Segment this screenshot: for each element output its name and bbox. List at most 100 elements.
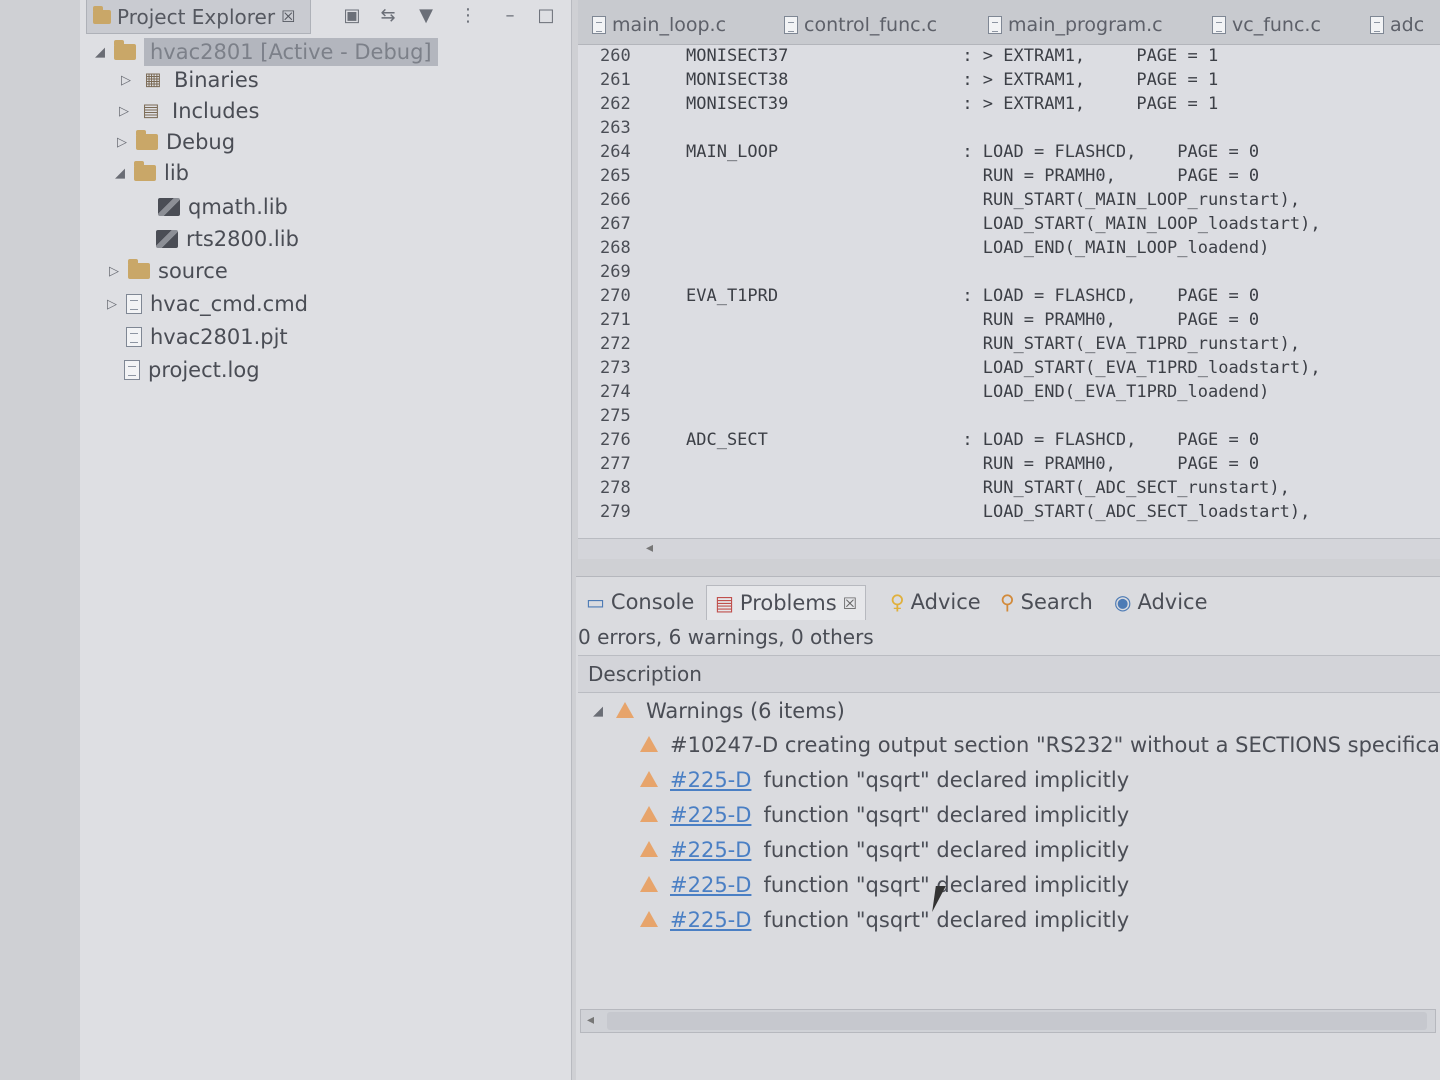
scroll-thumb[interactable]	[607, 1012, 1427, 1030]
code-line[interactable]: EVA_T1PRD : LOAD = FLASHCD, PAGE = 0	[686, 286, 1259, 310]
code-line[interactable]: LOAD_START(_MAIN_LOOP_loadstart),	[686, 214, 1321, 238]
tree-item-label: lib	[164, 161, 189, 185]
line-number: 275	[600, 406, 631, 426]
problem-row[interactable]: #225-D function "qsqrt" declared implicit…	[640, 838, 1129, 862]
tree-item-includes[interactable]: ▷ ▤ Includes	[118, 99, 259, 123]
warnings-group[interactable]: ◢ Warnings (6 items)	[592, 699, 845, 723]
code-line[interactable]: LOAD_START(_ADC_SECT_loadstart),	[686, 502, 1311, 526]
code-line[interactable]: MONISECT39 : > EXTRAM1, PAGE = 1	[686, 94, 1218, 118]
expand-arrow-icon[interactable]: ▷	[106, 297, 118, 312]
warning-icon	[640, 736, 658, 754]
minimize-icon[interactable]: –	[500, 6, 520, 26]
tree-item-lib[interactable]: ◢ lib	[114, 161, 189, 185]
filter-icon[interactable]: ▼	[416, 6, 436, 26]
code-line[interactable]: LOAD_START(_EVA_T1PRD_loadstart),	[686, 358, 1321, 382]
code-line[interactable]: MONISECT37 : > EXTRAM1, PAGE = 1	[686, 46, 1218, 70]
project-explorer-tab[interactable]: Project Explorer ☒	[86, 0, 311, 34]
line-number: 277	[600, 454, 631, 474]
warning-description: #10247-D creating output section "RS232"…	[670, 733, 1440, 757]
editor-tab-main-program[interactable]: main_program.c	[988, 10, 1163, 40]
editor-tab-adc[interactable]: adc	[1370, 10, 1424, 40]
tree-item-hvac-pjt[interactable]: hvac2801.pjt	[126, 325, 288, 349]
includes-icon: ▤	[142, 100, 160, 121]
code-line[interactable]: MONISECT38 : > EXTRAM1, PAGE = 1	[686, 70, 1218, 94]
warning-code-link[interactable]: #225-D	[670, 803, 751, 827]
problem-row[interactable]: #225-D function "qsqrt" declared implicit…	[640, 768, 1129, 792]
code-line[interactable]: MAIN_LOOP : LOAD = FLASHCD, PAGE = 0	[686, 142, 1259, 166]
code-line[interactable]: RUN_START(_EVA_T1PRD_runstart),	[686, 334, 1300, 358]
code-line[interactable]: LOAD_END(_MAIN_LOOP_loadend)	[686, 238, 1270, 262]
tree-item-qmath-lib[interactable]: qmath.lib	[158, 195, 288, 219]
line-number: 268	[600, 238, 631, 258]
collapse-all-icon[interactable]: ▣	[342, 6, 362, 26]
tree-item-label: Debug	[166, 130, 236, 154]
code-line[interactable]: RUN_START(_MAIN_LOOP_runstart),	[686, 190, 1300, 214]
problem-row[interactable]: #225-D function "qsqrt" declared implicit…	[640, 873, 1129, 897]
collapse-arrow-icon[interactable]: ◢	[114, 166, 126, 181]
scroll-left-icon[interactable]: ◂	[646, 540, 653, 556]
editor-tab-control-func[interactable]: control_func.c	[784, 10, 937, 40]
code-line[interactable]: RUN = PRAMH0, PAGE = 0	[686, 310, 1259, 334]
binaries-icon: ▦	[144, 69, 162, 90]
problem-row[interactable]: #225-D function "qsqrt" declared implicit…	[640, 908, 1129, 932]
editor-tab-label: adc	[1390, 14, 1425, 36]
editor-tab-vc-func[interactable]: vc_func.c	[1212, 10, 1321, 40]
problem-row[interactable]: #225-D function "qsqrt" declared implicit…	[640, 803, 1129, 827]
tree-item-project-log[interactable]: project.log	[124, 358, 260, 382]
library-icon	[156, 230, 178, 248]
expand-arrow-icon[interactable]: ▷	[116, 135, 128, 150]
close-icon[interactable]: ☒	[281, 7, 295, 26]
close-icon[interactable]: ☒	[843, 594, 857, 613]
tree-item-project[interactable]: ◢ hvac2801 [Active - Debug]	[94, 38, 438, 66]
tree-item-rts2800-lib[interactable]: rts2800.lib	[156, 227, 299, 251]
problem-row[interactable]: #10247-D creating output section "RS232"…	[640, 733, 1440, 757]
warning-code-link[interactable]: #225-D	[670, 768, 751, 792]
tab-search[interactable]: ⚲ Search	[1000, 585, 1093, 619]
column-header-label: Description	[588, 662, 702, 686]
expand-arrow-icon[interactable]: ▷	[120, 73, 132, 88]
link-editor-icon[interactable]: ⇆	[378, 6, 398, 26]
warning-icon	[640, 876, 658, 894]
warning-code-link[interactable]: #225-D	[670, 838, 751, 862]
warning-code-link[interactable]: #225-D	[670, 908, 751, 932]
code-line[interactable]: LOAD_END(_EVA_T1PRD_loadend)	[686, 382, 1270, 406]
tab-console[interactable]: ▭ Console	[586, 585, 694, 619]
expand-arrow-icon[interactable]: ▷	[108, 264, 120, 279]
code-line[interactable]: RUN = PRAMH0, PAGE = 0	[686, 166, 1259, 190]
project-icon	[114, 40, 136, 60]
tab-problems[interactable]: ▤ Problems ☒	[706, 585, 867, 620]
warning-code-link[interactable]: #225-D	[670, 873, 751, 897]
tree-item-debug[interactable]: ▷ Debug	[116, 130, 235, 154]
code-editor[interactable]: main_loop.c control_func.c main_program.…	[578, 0, 1440, 559]
view-menu-icon[interactable]: ⋮	[458, 6, 478, 26]
warning-description: function "qsqrt" declared implicitly	[763, 838, 1130, 862]
tree-item-hvac-cmd[interactable]: ▷ hvac_cmd.cmd	[106, 292, 308, 316]
c-file-icon	[1212, 16, 1226, 34]
column-header-description[interactable]: Description	[578, 655, 1440, 693]
tab-advice[interactable]: ♀ Advice	[890, 585, 981, 619]
expand-arrow-icon[interactable]: ▷	[118, 104, 130, 119]
warning-description: function "qsqrt" declared implicitly	[763, 768, 1130, 792]
collapse-arrow-icon[interactable]: ◢	[592, 704, 604, 719]
expand-arrow-icon[interactable]: ◢	[94, 45, 106, 60]
tree-item-label: qmath.lib	[188, 195, 288, 219]
code-line[interactable]: RUN = PRAMH0, PAGE = 0	[686, 454, 1259, 478]
maximize-icon[interactable]: □	[536, 6, 556, 26]
line-number: 273	[600, 358, 631, 378]
problems-horizontal-scrollbar[interactable]: ◂	[580, 1009, 1436, 1033]
editor-tab-label: vc_func.c	[1232, 14, 1321, 36]
scroll-left-icon[interactable]: ◂	[587, 1012, 594, 1028]
tree-item-binaries[interactable]: ▷ ▦ Binaries	[120, 68, 259, 92]
line-number: 279	[600, 502, 631, 522]
code-line[interactable]: RUN_START(_ADC_SECT_runstart),	[686, 478, 1290, 502]
tree-item-source[interactable]: ▷ source	[108, 259, 228, 283]
editor-tab-label: main_loop.c	[612, 14, 727, 36]
code-line[interactable]: ADC_SECT : LOAD = FLASHCD, PAGE = 0	[686, 430, 1259, 454]
globe-icon: ◉	[1114, 590, 1132, 614]
editor-tab-main-loop[interactable]: main_loop.c	[592, 10, 726, 40]
tree-item-label: source	[158, 259, 228, 283]
editor-horizontal-scrollbar[interactable]: ◂	[578, 538, 1440, 559]
tab-advice-2[interactable]: ◉ Advice	[1114, 585, 1208, 619]
line-number: 276	[600, 430, 631, 450]
line-number: 264	[600, 142, 631, 162]
